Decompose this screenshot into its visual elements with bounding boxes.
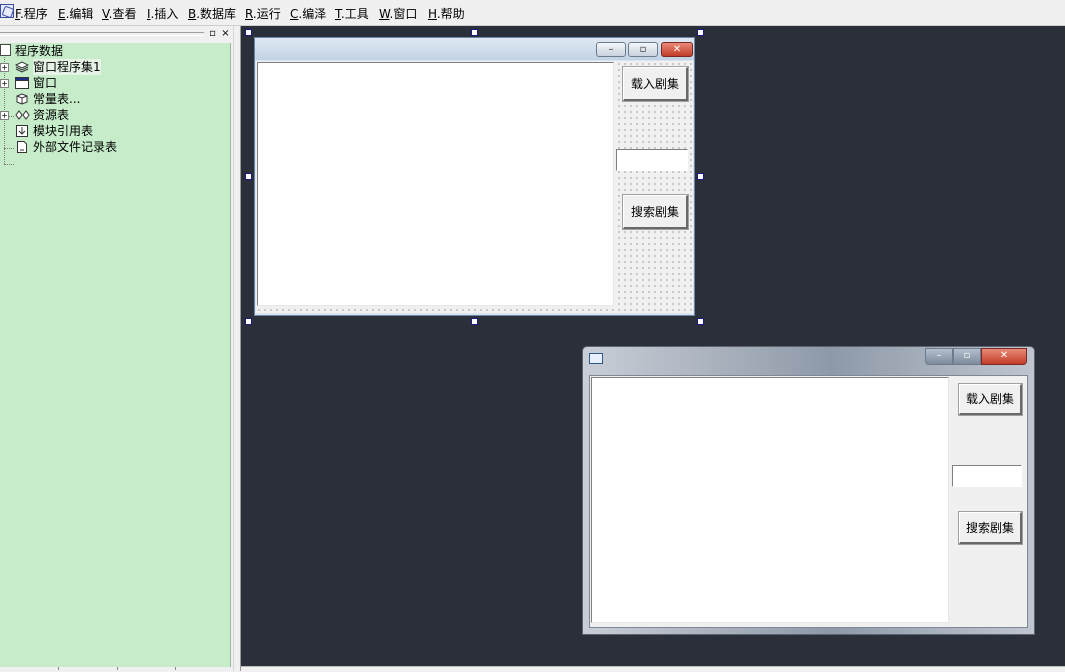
close-icon[interactable]: ✕: [661, 42, 693, 57]
tab-divider: [175, 667, 176, 670]
design-form-titlebar[interactable]: – ▫ ✕: [255, 38, 694, 60]
preview-form-client: 载入剧集 搜索剧集: [589, 375, 1028, 628]
panel-splitter[interactable]: [233, 26, 241, 671]
menu-window[interactable]: W.窗口: [379, 6, 417, 22]
design-form-client: 载入剧集 搜索剧集: [256, 61, 693, 313]
menu-program[interactable]: F.程序: [15, 6, 48, 22]
menu-view[interactable]: V.查看: [102, 6, 137, 22]
episode-list[interactable]: [257, 62, 614, 306]
external-file-icon: [15, 140, 29, 153]
tree-item-window[interactable]: + 窗口: [0, 75, 120, 91]
constants-icon: [15, 92, 29, 105]
close-icon[interactable]: ✕: [981, 348, 1027, 365]
menu-tools[interactable]: T.工具: [335, 6, 369, 22]
menu-compile[interactable]: C.编泽: [290, 6, 326, 22]
menu-database[interactable]: B.数据库: [188, 6, 236, 22]
resize-handle[interactable]: [245, 318, 252, 325]
load-episodes-button[interactable]: 载入剧集: [622, 66, 689, 102]
tree-item-module-refs[interactable]: 模块引用表: [0, 123, 120, 139]
resize-handle[interactable]: [245, 173, 252, 180]
tree-item-resources[interactable]: + 资源表: [0, 107, 120, 123]
panel-header: ▫ ×: [0, 26, 233, 42]
design-form-window[interactable]: – ▫ ✕ 载入剧集 搜索剧集: [254, 37, 695, 316]
search-input[interactable]: [616, 149, 688, 171]
panel-grip[interactable]: [0, 32, 204, 36]
tree-line: [4, 164, 14, 165]
module-icon: [15, 124, 29, 137]
form-window-icon: [589, 353, 603, 364]
resize-handle[interactable]: [471, 318, 478, 325]
program-tree[interactable]: 程序数据 + 窗口程序集1 + 窗口 常量表... + 资源表 模块引用表 外部…: [0, 43, 231, 668]
search-input[interactable]: [952, 465, 1022, 487]
resize-handle[interactable]: [471, 29, 478, 36]
maximize-icon[interactable]: ▫: [953, 348, 981, 365]
resize-handle[interactable]: [245, 29, 252, 36]
resize-handle[interactable]: [697, 29, 704, 36]
maximize-icon[interactable]: ▫: [628, 42, 658, 57]
resize-handle[interactable]: [697, 318, 704, 325]
panel-close-icon[interactable]: ×: [220, 28, 231, 39]
menu-edit[interactable]: E.编辑: [58, 6, 93, 22]
panel-tab-strip[interactable]: [0, 667, 233, 671]
program-data-panel: ▫ × 程序数据 + 窗口程序集1 + 窗口 常量表... + 资源表 模块引用…: [0, 26, 233, 671]
tree-item-constants[interactable]: 常量表...: [0, 91, 120, 107]
preview-form-window[interactable]: – ▫ ✕ 载入剧集 搜索剧集: [582, 346, 1035, 635]
menu-bar: F.程序 E.编辑 V.查看 I.插入 B.数据库 R.运行 C.编泽 T.工具…: [0, 0, 1065, 26]
panel-pin-icon[interactable]: ▫: [207, 28, 218, 39]
episode-list[interactable]: [591, 377, 949, 623]
expand-icon[interactable]: +: [0, 111, 9, 120]
tab-divider: [58, 667, 59, 670]
app-icon[interactable]: [0, 4, 14, 18]
menu-run[interactable]: R.运行: [245, 6, 281, 22]
preview-form-titlebar[interactable]: – ▫ ✕: [583, 347, 1034, 371]
menu-insert[interactable]: I.插入: [147, 6, 178, 22]
tree-root[interactable]: 程序数据: [0, 43, 120, 59]
search-episodes-button[interactable]: 搜索剧集: [622, 194, 689, 230]
program-data-icon: [0, 44, 11, 56]
assembly-icon: [14, 60, 30, 73]
workspace-status-strip: [241, 666, 1065, 672]
minimize-icon[interactable]: –: [925, 348, 953, 365]
expand-icon[interactable]: +: [0, 79, 9, 88]
window-icon: [15, 76, 29, 89]
minimize-icon[interactable]: –: [596, 42, 626, 57]
tree-item-assembly[interactable]: + 窗口程序集1: [0, 59, 120, 75]
expand-icon[interactable]: +: [0, 63, 9, 72]
tab-divider: [117, 667, 118, 670]
tree-item-external-files[interactable]: 外部文件记录表: [0, 139, 130, 155]
load-episodes-button[interactable]: 载入剧集: [958, 383, 1023, 416]
menu-help[interactable]: H.帮助: [428, 6, 465, 22]
resize-handle[interactable]: [697, 173, 704, 180]
search-episodes-button[interactable]: 搜索剧集: [958, 511, 1023, 545]
resources-icon: [15, 108, 30, 121]
